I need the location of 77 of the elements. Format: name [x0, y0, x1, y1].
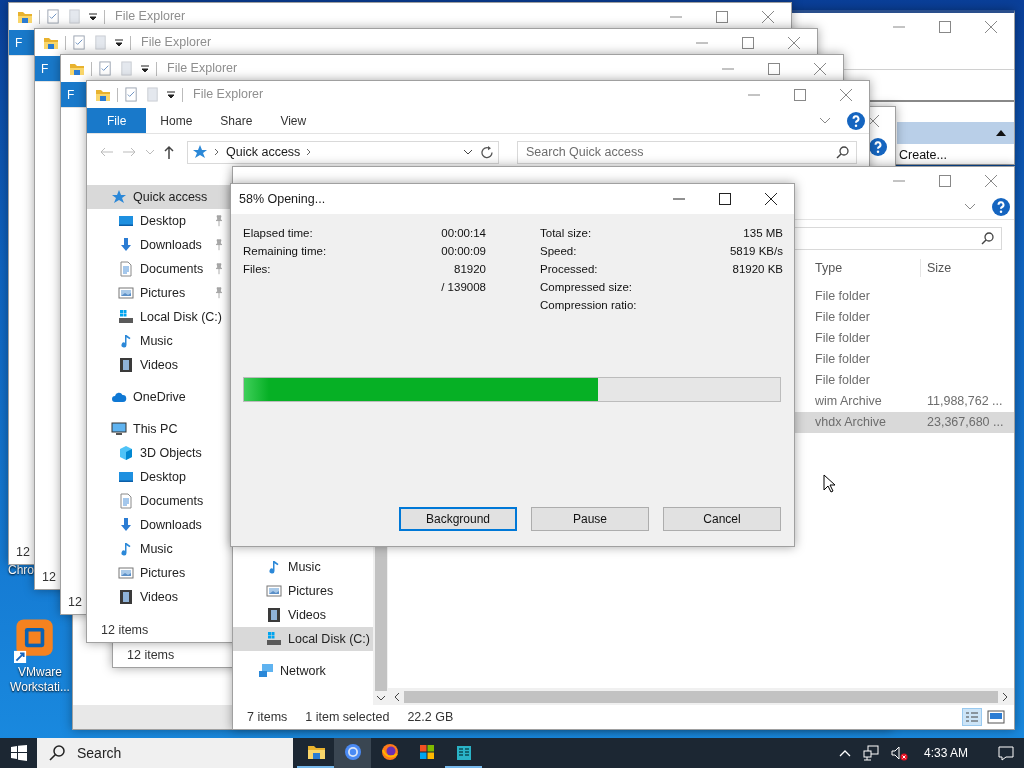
stat-value: 81920 KB: [732, 262, 783, 278]
sidebar-item[interactable]: OneDrive: [87, 385, 231, 409]
window-title: File Explorer: [115, 8, 186, 26]
desktop-icon-label[interactable]: VMware Workstati...: [4, 665, 76, 695]
status-text: 7 items: [247, 708, 288, 726]
ribbon-tab[interactable]: View: [266, 108, 321, 133]
table-cell-text: File folder: [814, 309, 871, 327]
sidebar-item[interactable]: Music: [233, 555, 373, 579]
stat-label: Elapsed time:: [243, 226, 313, 242]
sidebar-item[interactable]: Network: [233, 659, 373, 683]
sidebar-item[interactable]: Music: [87, 329, 231, 353]
stat-value: 81920: [454, 262, 486, 278]
table-cell-text: File folder: [814, 330, 871, 348]
table-cell-text: File folder: [814, 351, 871, 369]
stat-label: Remaining time:: [243, 244, 327, 260]
sidebar-item[interactable]: Local Disk (C:): [233, 627, 373, 651]
sidebar-item[interactable]: Desktop: [87, 465, 231, 489]
ribbon-tab[interactable]: F: [35, 56, 61, 81]
status-text: 12: [16, 543, 30, 561]
menu-item[interactable]: Create...: [897, 146, 1014, 164]
ribbon-tab[interactable]: File: [87, 108, 147, 133]
sidebar-item[interactable]: Music: [87, 537, 231, 561]
stat-value: 00:00:14: [441, 226, 486, 242]
sidebar-item[interactable]: This PC: [87, 417, 231, 441]
sidebar-item[interactable]: Videos: [87, 353, 231, 377]
status-text: 12 items: [127, 646, 175, 664]
dialog-button[interactable]: Cancel: [663, 507, 781, 531]
ribbon-tab[interactable]: F: [9, 30, 35, 55]
sidebar-item[interactable]: Documents: [87, 257, 231, 281]
table-cell-text: vhdx Archive: [814, 414, 887, 432]
table-cell-text: wim Archive: [814, 393, 883, 411]
stat-value: 00:00:09: [441, 244, 486, 260]
window-title: File Explorer: [193, 86, 264, 104]
sidebar-item[interactable]: Videos: [87, 585, 231, 609]
stat-label: Speed:: [540, 244, 577, 260]
dialog-button[interactable]: Background: [399, 507, 517, 531]
window-title: File Explorer: [167, 60, 238, 78]
sidebar-item[interactable]: Documents: [87, 489, 231, 513]
sidebar-item[interactable]: Videos: [233, 603, 373, 627]
address-bar[interactable]: Quick access: [187, 140, 499, 164]
dialog-title: 58% Opening...: [239, 190, 326, 208]
sidebar-item[interactable]: Downloads: [87, 513, 231, 537]
ribbon-tab[interactable]: Share: [206, 108, 267, 133]
ribbon-tab[interactable]: F: [61, 82, 87, 107]
stat-label: Files:: [243, 262, 271, 278]
clock[interactable]: 4:33 AM: [923, 744, 968, 762]
sidebar-item[interactable]: Quick access: [87, 185, 231, 209]
column-header[interactable]: Type: [801, 258, 921, 278]
sidebar-item[interactable]: 3D Objects: [87, 441, 231, 465]
status-text: 12 items: [101, 621, 149, 639]
sidebar-item[interactable]: Pictures: [87, 561, 231, 585]
search-field[interactable]: Search: [37, 738, 293, 768]
column-header[interactable]: Size: [921, 258, 1003, 278]
stat-label: Compressed size:: [540, 280, 633, 296]
sidebar-item[interactable]: Pictures: [87, 281, 231, 305]
table-cell-text: 23,367,680 ...: [926, 414, 1003, 432]
stat-label: Processed:: [540, 262, 598, 278]
status-text: 12: [68, 593, 82, 611]
stat-label: Total size:: [540, 226, 592, 242]
sidebar-item[interactable]: Downloads: [87, 233, 231, 257]
ribbon-tab[interactable]: Home: [146, 108, 207, 133]
sidebar-item[interactable]: Desktop: [87, 209, 231, 233]
sidebar-item[interactable]: Pictures: [233, 579, 373, 603]
desktop-icon-label[interactable]: Chro: [8, 563, 34, 578]
status-text: 12: [42, 568, 56, 586]
search-field[interactable]: Search Quick access: [517, 140, 857, 164]
stat-value: / 139008: [441, 280, 486, 296]
table-cell-text: File folder: [814, 372, 871, 390]
stat-label: Compression ratio:: [540, 298, 637, 314]
stat-value: 135 MB: [743, 226, 783, 242]
status-text: 1 item selected: [305, 708, 390, 726]
window-title: File Explorer: [141, 34, 212, 52]
table-cell-text: 11,988,762 ...: [926, 393, 1003, 411]
status-text: 22.2 GB: [407, 708, 454, 726]
stat-value: 5819 KB/s: [729, 244, 783, 260]
dialog-button[interactable]: Pause: [531, 507, 649, 531]
sidebar-item[interactable]: Local Disk (C:): [87, 305, 231, 329]
